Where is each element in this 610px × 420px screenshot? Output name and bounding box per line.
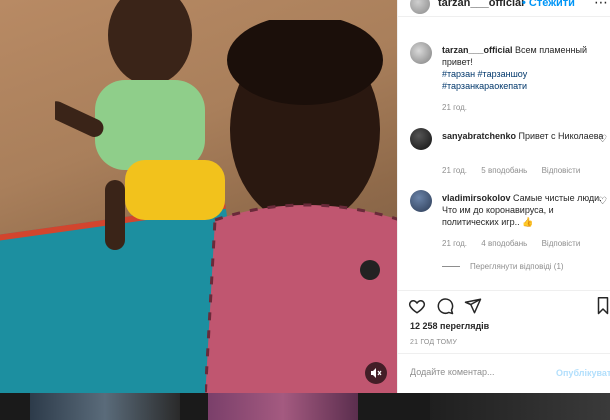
follow-button[interactable]: • Стежити [522, 0, 575, 9]
comment-icon[interactable] [436, 297, 454, 315]
post-timestamp: 21 ГОД ТОМУ [410, 339, 457, 346]
related-thumbnail[interactable] [30, 393, 180, 420]
post-video[interactable] [0, 0, 397, 393]
mute-icon [371, 368, 382, 378]
comment-likes[interactable]: 4 вподобань [481, 239, 527, 248]
author-avatar[interactable] [410, 0, 430, 14]
post-actions: 12 258 переглядів 21 ГОД ТОМУ Опублікува… [398, 290, 610, 394]
bookmark-icon[interactable] [596, 297, 610, 315]
heart-icon[interactable] [408, 297, 426, 315]
caption-hashtags-2[interactable]: #тарзанкараокепати [442, 80, 604, 92]
author-username[interactable]: tarzan___official [438, 0, 524, 9]
reply-button[interactable]: Відповісти [542, 166, 581, 175]
view-replies-button[interactable]: Переглянути відповіді (1) [442, 262, 564, 271]
comment-input[interactable] [408, 366, 542, 378]
comment-time: 21 год. [442, 239, 468, 248]
caption-time: 21 год. [442, 103, 468, 112]
reply-button[interactable]: Відповісти [542, 239, 581, 248]
post-header: tarzan___official • Стежити ⋯ [398, 0, 610, 17]
comment-time: 21 год. [442, 166, 468, 175]
more-horizontal-icon[interactable]: ⋯ [594, 0, 608, 11]
share-icon[interactable] [464, 297, 482, 315]
comment-username[interactable]: sanyabratchenko [442, 131, 516, 141]
related-thumbnail[interactable] [208, 393, 358, 420]
comment-likes[interactable]: 5 вподобань [481, 166, 527, 175]
caption-username[interactable]: tarzan___official [442, 45, 513, 55]
mute-button[interactable] [365, 362, 387, 384]
replies-divider [442, 266, 460, 267]
add-comment-bar: Опублікувати [398, 353, 610, 395]
caption-avatar[interactable] [410, 42, 432, 64]
view-replies-label: Переглянути відповіді (1) [470, 262, 564, 271]
commenter-avatar[interactable] [410, 128, 432, 150]
caption-hashtags-1[interactable]: #тарзан #тарзаншоу [442, 68, 604, 80]
comment-text: Привет с Николаева [518, 131, 604, 141]
related-thumbnail[interactable] [430, 393, 610, 420]
related-posts-strip [0, 393, 610, 420]
child-figure-right [205, 20, 397, 393]
post-side-panel: tarzan___official • Стежити ⋯ tarzan___o… [397, 0, 610, 393]
heart-icon[interactable]: ♡ [598, 196, 607, 208]
view-count[interactable]: 12 258 переглядів [410, 321, 489, 331]
heart-icon[interactable]: ♡ [598, 134, 607, 146]
commenter-avatar[interactable] [410, 190, 432, 212]
comment-username[interactable]: vladimirsokolov [442, 193, 511, 203]
post-comment-button[interactable]: Опублікувати [556, 368, 610, 378]
